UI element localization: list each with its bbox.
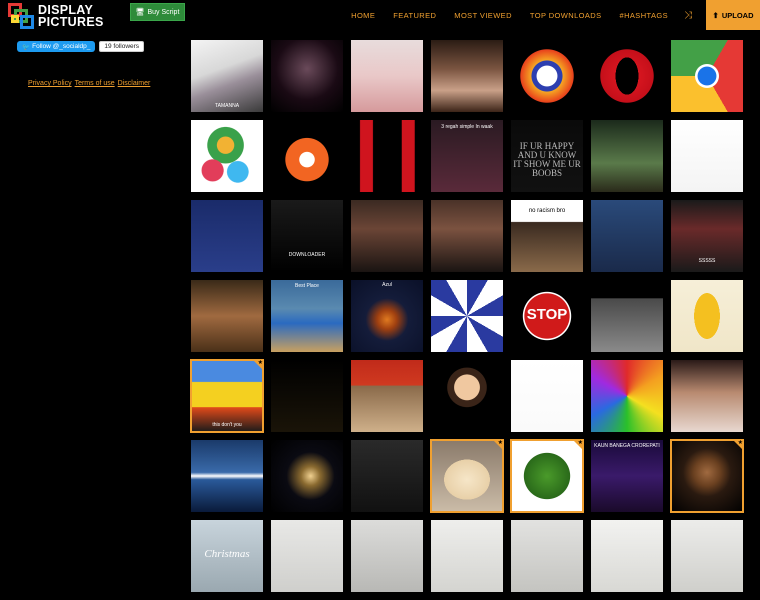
nav-most-viewed[interactable]: MOST VIEWED xyxy=(454,11,512,20)
tile-grumpy-cat[interactable] xyxy=(351,360,423,432)
featured-star-icon xyxy=(493,440,503,450)
twitter-follow-button[interactable]: 🐦 Follow @_socialdp_ xyxy=(17,41,96,52)
tile-night-cloud[interactable] xyxy=(271,440,343,512)
tile-easter-eggs[interactable] xyxy=(191,120,263,192)
tile-caption: SSSSS xyxy=(698,258,716,264)
tile-meme-sunburst[interactable] xyxy=(431,280,503,352)
logo-line-1: DISPLAY xyxy=(38,2,94,17)
tile-girl-portrait-2[interactable] xyxy=(671,360,743,432)
upload-icon: ⬆ xyxy=(712,10,719,20)
tile-simpsons[interactable]: this don't you xyxy=(190,359,264,433)
tile-kbc-show[interactable]: KAUN BANEGA CROREPATI xyxy=(591,440,663,512)
tile-mountain-lake[interactable] xyxy=(191,440,263,512)
cart-icon: 🖥 xyxy=(135,9,145,16)
tile-girl-portrait[interactable] xyxy=(431,40,503,112)
tile-caption: Azul xyxy=(382,282,392,288)
tile-dark-room[interactable] xyxy=(351,440,423,512)
tile-portrait-tamanna[interactable]: TAMANNA xyxy=(191,40,263,112)
tile-old-man[interactable] xyxy=(191,280,263,352)
nav-top-downloads[interactable]: TOP DOWNLOADS xyxy=(530,11,602,20)
tile-room-6[interactable] xyxy=(671,520,743,592)
featured-star-icon xyxy=(253,360,263,370)
tile-text-quote-pink[interactable]: 3 regah simple In waak xyxy=(431,120,503,192)
tile-swimming-pool[interactable]: Best Place xyxy=(271,280,343,352)
twitter-bird-icon: 🐦 xyxy=(22,43,31,51)
footer-links: Privacy Policy Terms of use Disclaimer xyxy=(28,80,150,87)
tile-avatar-woman[interactable] xyxy=(431,360,503,432)
tile-caption: IF UR HAPPY AND U KNOW IT SHOW ME UR BOO… xyxy=(513,141,581,178)
tile-man-beard[interactable] xyxy=(670,439,744,513)
tile-dancing-earth[interactable] xyxy=(191,200,263,272)
disclaimer-link[interactable]: Disclaimer xyxy=(118,80,151,87)
tile-books-candle[interactable] xyxy=(271,360,343,432)
tile-jellyfish[interactable]: Azul xyxy=(351,280,423,352)
nav-featured[interactable]: FEATURED xyxy=(393,11,436,20)
nav-home[interactable]: HOME xyxy=(351,11,375,20)
tile-frog-bike[interactable] xyxy=(591,120,663,192)
tile-room-4[interactable] xyxy=(511,520,583,592)
logo-mark-icon xyxy=(8,2,34,29)
logo-text: DISPLAY PICTURES xyxy=(38,2,104,29)
tile-caption: STOP xyxy=(526,306,568,323)
buy-script-button[interactable]: 🖥 Buy Script xyxy=(130,3,185,21)
tile-caption: Christmas xyxy=(204,548,250,560)
twitter-follow-label: Follow @_socialdp_ xyxy=(32,43,91,50)
tile-blonde-woman[interactable] xyxy=(351,40,423,112)
site-logo[interactable]: DISPLAY PICTURES xyxy=(8,2,104,29)
tile-woman-dark[interactable] xyxy=(271,40,343,112)
buy-script-label: Buy Script xyxy=(147,8,180,16)
tile-red-bars[interactable] xyxy=(351,120,423,192)
tile-opera-icon[interactable] xyxy=(591,40,663,112)
tile-caption: no racism bro xyxy=(528,208,566,214)
tile-emoji-diagram[interactable] xyxy=(511,360,583,432)
image-grid: TAMANNA 3 regah simple In waak IF UR HAPPY… xyxy=(190,40,744,592)
tile-green-beans[interactable] xyxy=(510,439,584,513)
tile-woman-saree-1[interactable] xyxy=(351,200,423,272)
tile-room-2[interactable] xyxy=(351,520,423,592)
tile-caption: Best Place xyxy=(295,283,319,289)
follower-count-badge[interactable]: 19 followers xyxy=(99,41,145,52)
logo-line-2: PICTURES xyxy=(38,14,104,29)
main-nav: HOME FEATURED MOST VIEWED TOP DOWNLOADS … xyxy=(333,0,706,30)
tile-doodle-downloader[interactable]: DOWNLOADER xyxy=(271,200,343,272)
tile-caption: 3 regah simple In waak xyxy=(441,124,493,130)
tile-cat-meme[interactable] xyxy=(591,280,663,352)
tile-banana[interactable] xyxy=(671,280,743,352)
tile-room-5[interactable] xyxy=(591,520,663,592)
tile-caption: KAUN BANEGA CROREPATI xyxy=(594,443,660,449)
tile-room-3[interactable] xyxy=(431,520,503,592)
tile-drink-glass[interactable] xyxy=(430,439,504,513)
nav-hashtags[interactable]: #HASHTAGS xyxy=(620,11,668,20)
terms-of-use-link[interactable]: Terms of use xyxy=(75,80,115,87)
tile-sphynx-cat[interactable] xyxy=(671,120,743,192)
upload-button[interactable]: ⬆ UPLOAD xyxy=(706,0,760,30)
tile-avast-icon[interactable] xyxy=(271,120,343,192)
tile-red-eyes[interactable]: SSSSS xyxy=(671,200,743,272)
tile-room-1[interactable] xyxy=(271,520,343,592)
tile-caption: this don't you xyxy=(212,422,242,428)
upload-label: UPLOAD xyxy=(721,10,754,20)
tile-text-happy[interactable]: IF UR HAPPY AND U KNOW IT SHOW ME UR BOO… xyxy=(511,120,583,192)
tile-gorillas[interactable]: no racism bro xyxy=(511,200,583,272)
privacy-policy-link[interactable]: Privacy Policy xyxy=(28,80,72,87)
tile-stop-sign[interactable]: STOP xyxy=(511,280,583,352)
shuffle-icon[interactable]: ⤨ xyxy=(684,10,692,21)
featured-star-icon xyxy=(733,440,743,450)
tile-vpn-app-icon[interactable] xyxy=(511,40,583,112)
tile-woman-saree-2[interactable] xyxy=(431,200,503,272)
tile-rainbow-dog[interactable] xyxy=(591,360,663,432)
tile-penguins[interactable] xyxy=(591,200,663,272)
tile-chrome-icon[interactable] xyxy=(671,40,743,112)
tile-caption: TAMANNA xyxy=(214,103,240,109)
top-header: DISPLAY PICTURES 🖥 Buy Script HOME FEATU… xyxy=(0,0,760,30)
twitter-follow: 🐦 Follow @_socialdp_ 19 followers xyxy=(17,41,145,52)
tile-caption: DOWNLOADER xyxy=(288,252,326,258)
featured-star-icon xyxy=(573,440,583,450)
tile-christmas[interactable]: Christmas xyxy=(191,520,263,592)
